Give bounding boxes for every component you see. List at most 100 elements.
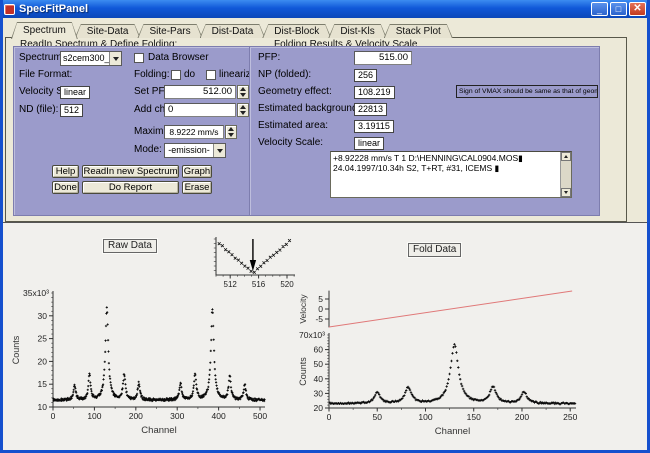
set-pfp-input[interactable]: 512.00: [164, 85, 236, 99]
pfp-value: 515.00: [354, 51, 412, 65]
tab-stack-plot[interactable]: Stack Plot: [384, 24, 453, 38]
set-pfp-stepper[interactable]: [237, 85, 249, 99]
velocity-tick-label: 0: [318, 304, 323, 314]
velocity-ramp-line: [329, 291, 572, 327]
app-icon: [4, 4, 15, 15]
estimated-background-value: 22813: [354, 103, 387, 116]
close-button[interactable]: ✕: [629, 2, 646, 16]
axis-lines: [329, 333, 576, 408]
np-folded-label: NP (folded):: [258, 68, 311, 82]
add-chan-input[interactable]: 0: [164, 103, 236, 117]
folding-label: Folding:: [134, 68, 170, 82]
overlap-data-points: [218, 239, 291, 274]
maximum-vel-stepper[interactable]: [225, 125, 237, 139]
client-area: Spectrum Site-Data Site-Pars Dist-Data D…: [3, 18, 647, 450]
x-tick-label: 150: [467, 412, 481, 422]
x-tick-label: 200: [129, 411, 143, 421]
maximize-button[interactable]: □: [610, 2, 627, 16]
velocity-scale-result-value[interactable]: linear: [354, 137, 384, 150]
nd-file-value: 512: [60, 104, 83, 117]
x-tick-label: 50: [373, 412, 383, 422]
minimize-button[interactable]: _: [591, 2, 608, 16]
x-tick-label: 100: [87, 411, 101, 421]
y-axis-label: Counts: [11, 335, 21, 364]
spectrum-data-points: [329, 343, 576, 405]
folding-do-label: do: [184, 68, 195, 82]
y-tick-label: 25: [38, 334, 48, 344]
y-tick-label: 30: [314, 388, 324, 398]
np-folded-value: 256: [354, 69, 377, 82]
tab-site-data[interactable]: Site-Data: [75, 24, 141, 38]
x-axis-label: Channel: [435, 426, 470, 437]
folding-linearize-checkbox[interactable]: [206, 70, 216, 80]
y-tick-label: 10: [38, 402, 48, 412]
help-button[interactable]: Help: [52, 165, 79, 178]
plot-area: Raw Data Fold Data 512516520 10152025303…: [3, 222, 647, 450]
graph-button[interactable]: Graph: [182, 165, 212, 178]
folding-do-checkbox[interactable]: [171, 70, 181, 80]
spectrum-info-line2: 24.04.1997/10.34h S2, T+RT, #31, ICEMS ▮: [333, 163, 558, 173]
spectrum-data-points: [52, 306, 265, 402]
x-tick-label: 100: [418, 412, 432, 422]
window-title: SpecFitPanel: [19, 3, 591, 15]
readin-new-spectrum-button[interactable]: ReadIn new Spectrum: [82, 165, 179, 178]
y-tick-label: 60: [314, 345, 324, 355]
y-tick-label: 20: [314, 403, 324, 413]
folding-group: PFP: 515.00 NP (folded): 256 Geometry ef…: [249, 46, 600, 216]
fold-data-chart: 203040506070x10³050100150200250ChannelCo…: [295, 281, 625, 449]
y-tick-label: 50: [314, 359, 324, 369]
velocity-tick-label: 5: [318, 294, 323, 304]
spectrum-info-textarea[interactable]: +8.92228 mm/s T 1 D:\HENNING\CAL0904.MOS…: [330, 151, 572, 198]
scroll-down-icon[interactable]: [561, 188, 571, 197]
y-axis-label: Counts: [298, 357, 308, 386]
x-tick-label: 500: [253, 411, 267, 421]
mode-label: Mode:: [134, 143, 162, 157]
chevron-down-icon: [109, 52, 121, 65]
titlebar[interactable]: SpecFitPanel _ □ ✕: [0, 0, 650, 18]
done-button[interactable]: Done: [52, 181, 79, 194]
tab-dist-block[interactable]: Dist-Block: [262, 24, 331, 38]
data-browser-label: Data Browser: [148, 51, 209, 65]
y-axis-top-label: 35x10³: [23, 288, 49, 298]
y-axis-top-label: 70x10³: [299, 330, 325, 340]
estimated-area-value: 3.19115: [354, 120, 394, 133]
y-tick-label: 40: [314, 374, 324, 384]
raw-data-chart: 101520253035x10³0100200300400500ChannelC…: [3, 281, 291, 449]
x-tick-label: 250: [563, 412, 577, 422]
x-axis-label: Channel: [141, 425, 176, 436]
estimated-background-label: Estimated background:: [258, 102, 360, 116]
spectrum-info-line1: +8.92228 mm/s T 1 D:\HENNING\CAL0904.MOS…: [333, 153, 558, 163]
maximum-vel-input[interactable]: 8.9222 mm/s: [164, 125, 224, 139]
fold-data-plot-title: Fold Data: [408, 243, 461, 257]
tab-dist-data[interactable]: Dist-Data: [200, 24, 266, 38]
geometry-effect-value: 108.219: [354, 86, 395, 99]
spectrum-folder-select[interactable]: s2cem300_mos: [60, 51, 122, 66]
x-tick-label: 400: [212, 411, 226, 421]
raw-data-plot-title: Raw Data: [103, 239, 157, 253]
nd-file-label: ND (file):: [19, 103, 58, 117]
geometry-effect-label: Geometry effect:: [258, 85, 332, 99]
vmax-sign-note: Sign of VMAX should be same as that of g…: [456, 85, 598, 98]
y-tick-label: 20: [38, 356, 48, 366]
velocity-tick-label: -5: [315, 314, 323, 324]
scroll-up-icon[interactable]: [561, 152, 571, 161]
mode-select[interactable]: -emission-: [164, 143, 226, 158]
tab-spectrum[interactable]: Spectrum: [11, 22, 78, 39]
estimated-area-label: Estimated area:: [258, 119, 328, 133]
textarea-scrollbar[interactable]: [560, 152, 571, 197]
y-tick-label: 15: [38, 379, 48, 389]
tab-site-pars[interactable]: Site-Pars: [137, 24, 202, 38]
tab-dist-kls[interactable]: Dist-Kls: [328, 24, 386, 38]
erase-button[interactable]: Erase: [182, 181, 212, 194]
velocity-scale-value[interactable]: linear: [60, 86, 90, 99]
velocity-axis-label: Velocity: [298, 294, 308, 324]
axis-lines: [216, 237, 295, 275]
spectrum-tab-panel: ReadIn Spectrum & Define Folding: Spectr…: [5, 37, 627, 222]
x-tick-label: 0: [327, 412, 332, 422]
add-chan-stepper[interactable]: [237, 103, 249, 117]
do-report-button[interactable]: Do Report: [82, 181, 179, 194]
x-tick-label: 200: [515, 412, 529, 422]
pfp-label: PFP:: [258, 51, 280, 65]
data-browser-checkbox[interactable]: [134, 53, 144, 63]
readin-group: Spectrum folder: s2cem300_mos Data Brows…: [13, 46, 251, 216]
